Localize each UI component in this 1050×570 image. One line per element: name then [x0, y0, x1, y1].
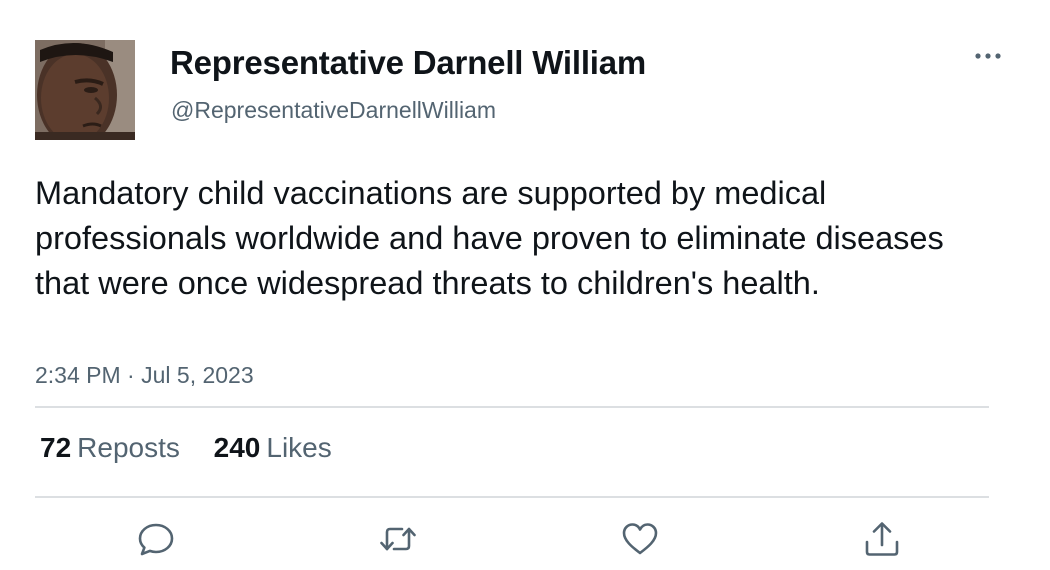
tweet-date: Jul 5, 2023: [141, 362, 254, 388]
tweet-time: 2:34 PM: [35, 362, 121, 388]
author-handle[interactable]: @RepresentativeDarnellWilliam: [171, 97, 496, 124]
repost-icon: [380, 527, 416, 551]
divider: [35, 496, 989, 498]
author-display-name[interactable]: Representative Darnell William: [170, 44, 646, 82]
timestamp-separator: ·: [127, 362, 135, 388]
share-icon: [865, 522, 899, 556]
tweet-timestamp[interactable]: 2:34 PM · Jul 5, 2023: [35, 362, 254, 389]
more-icon[interactable]: [970, 42, 1006, 70]
likes-label: Likes: [266, 432, 332, 463]
likes-stat[interactable]: 240 Likes: [214, 432, 332, 464]
tweet-card: Representative Darnell William @Represen…: [0, 0, 1050, 570]
heart-icon: [622, 523, 658, 555]
repost-button[interactable]: [378, 519, 418, 559]
reposts-label: Reposts: [77, 432, 180, 463]
reply-icon: [138, 523, 174, 556]
divider: [35, 406, 989, 408]
avatar[interactable]: [35, 40, 135, 140]
tweet-text: Mandatory child vaccinations are support…: [35, 175, 944, 301]
likes-count: 240: [213, 432, 261, 463]
engagement-stats: 72 Reposts 240 Likes: [40, 432, 358, 464]
profile-photo-icon: [35, 40, 135, 140]
reposts-count: 72: [40, 432, 72, 463]
reply-button[interactable]: [136, 519, 176, 559]
share-button[interactable]: [862, 519, 902, 559]
like-button[interactable]: [620, 519, 660, 559]
reposts-stat[interactable]: 72 Reposts: [40, 432, 180, 464]
